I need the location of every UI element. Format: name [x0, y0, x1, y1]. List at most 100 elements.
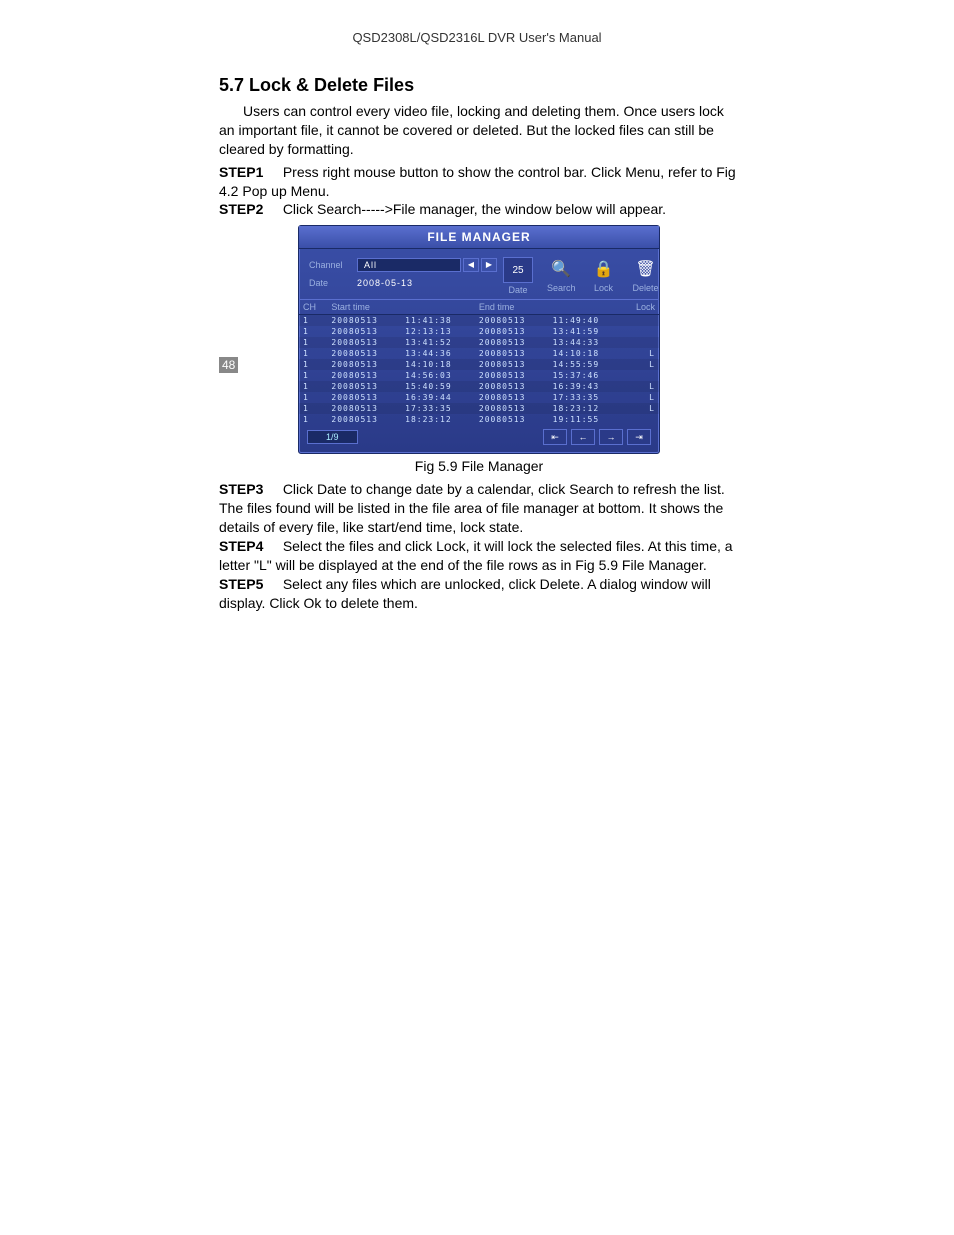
fm-date-button[interactable]: 25 [503, 257, 533, 283]
file-manager-window: FILE MANAGER Channel All ◀ ▶ Date 2008-0… [298, 225, 660, 454]
cell-end-date: 20080513 [475, 315, 549, 327]
fm-delete-caption: Delete [633, 283, 659, 293]
cell-end-date: 20080513 [475, 381, 549, 392]
cell-start-time: 11:41:38 [401, 315, 475, 327]
fm-nav-next-icon[interactable]: → [599, 429, 623, 445]
table-row[interactable]: 12008051316:39:442008051317:33:35L [299, 392, 659, 403]
cell-lock-flag [622, 414, 659, 425]
fm-title: FILE MANAGER [299, 226, 659, 249]
cell-lock-flag [622, 370, 659, 381]
table-row[interactable]: 12008051314:10:182008051314:55:59L [299, 359, 659, 370]
fm-col-ch: CH [299, 300, 327, 315]
figure-caption: Fig 5.9 File Manager [219, 458, 739, 474]
cell-ch: 1 [299, 315, 327, 327]
fm-channel-select[interactable]: All [357, 258, 461, 272]
cell-end-time: 13:44:33 [549, 337, 623, 348]
fm-file-table: CH Start time End time Lock 12008051311:… [299, 299, 659, 425]
step4-text: Select the files and click Lock, it will… [219, 538, 733, 573]
cell-start-time: 12:13:13 [401, 326, 475, 337]
step5-text: Select any files which are unlocked, cli… [219, 576, 711, 611]
cell-end-time: 19:11:55 [549, 414, 623, 425]
fm-date-caption: Date [508, 285, 527, 295]
table-row[interactable]: 12008051314:56:032008051315:37:46 [299, 370, 659, 381]
cell-ch: 1 [299, 403, 327, 414]
cell-ch: 1 [299, 414, 327, 425]
cell-ch: 1 [299, 370, 327, 381]
cell-end-time: 17:33:35 [549, 392, 623, 403]
step1-label: STEP1 [219, 164, 263, 180]
step1: STEP1 Press right mouse button to show t… [219, 163, 739, 201]
cell-lock-flag: L [622, 381, 659, 392]
cell-ch: 1 [299, 348, 327, 359]
step2-label: STEP2 [219, 201, 263, 217]
table-row[interactable]: 12008051317:33:352008051318:23:12L [299, 403, 659, 414]
fm-channel-label: Channel [309, 260, 357, 270]
step3: STEP3 Click Date to change date by a cal… [219, 480, 739, 537]
cell-lock-flag: L [622, 359, 659, 370]
step2-text: Click Search----->File manager, the wind… [283, 201, 666, 217]
figure-file-manager: FILE MANAGER Channel All ◀ ▶ Date 2008-0… [219, 225, 739, 454]
cell-start-date: 20080513 [327, 348, 401, 359]
fm-col-start: Start time [327, 300, 475, 315]
cell-start-date: 20080513 [327, 392, 401, 403]
cell-lock-flag [622, 315, 659, 327]
cell-ch: 1 [299, 337, 327, 348]
search-icon[interactable]: 🔍 [547, 257, 575, 281]
cell-end-time: 16:39:43 [549, 381, 623, 392]
fm-page-indicator: 1/9 [307, 430, 358, 444]
step1-text: Press right mouse button to show the con… [219, 164, 736, 199]
fm-nav-prev-icon[interactable]: ← [571, 429, 595, 445]
step5: STEP5 Select any files which are unlocke… [219, 575, 739, 613]
section-title: 5.7 Lock & Delete Files [219, 75, 739, 96]
cell-end-time: 15:37:46 [549, 370, 623, 381]
cell-start-date: 20080513 [327, 403, 401, 414]
cell-end-time: 18:23:12 [549, 403, 623, 414]
fm-nav-first-icon[interactable]: ⇤ [543, 429, 567, 445]
cell-start-date: 20080513 [327, 315, 401, 327]
cell-start-date: 20080513 [327, 337, 401, 348]
fm-channel-next-icon[interactable]: ▶ [481, 258, 497, 272]
cell-ch: 1 [299, 381, 327, 392]
cell-end-date: 20080513 [475, 348, 549, 359]
cell-end-date: 20080513 [475, 370, 549, 381]
step5-label: STEP5 [219, 576, 263, 592]
table-row[interactable]: 12008051311:41:382008051311:49:40 [299, 315, 659, 327]
lock-icon[interactable]: 🔒 [590, 257, 618, 281]
step4: STEP4 Select the files and click Lock, i… [219, 537, 739, 575]
cell-ch: 1 [299, 392, 327, 403]
cell-start-time: 15:40:59 [401, 381, 475, 392]
cell-lock-flag: L [622, 392, 659, 403]
doc-header: QSD2308L/QSD2316L DVR User's Manual [0, 30, 954, 45]
table-row[interactable]: 12008051315:40:592008051316:39:43L [299, 381, 659, 392]
cell-start-date: 20080513 [327, 381, 401, 392]
step4-label: STEP4 [219, 538, 263, 554]
delete-icon[interactable]: 🗑 [632, 257, 660, 281]
fm-col-lock: Lock [622, 300, 659, 315]
page-number: 48 [219, 357, 238, 373]
cell-end-time: 14:55:59 [549, 359, 623, 370]
fm-date-value: 2008-05-13 [357, 278, 413, 288]
cell-lock-flag: L [622, 348, 659, 359]
table-row[interactable]: 12008051312:13:132008051313:41:59 [299, 326, 659, 337]
fm-lock-caption: Lock [594, 283, 613, 293]
cell-start-time: 14:10:18 [401, 359, 475, 370]
cell-start-time: 17:33:35 [401, 403, 475, 414]
cell-end-date: 20080513 [475, 359, 549, 370]
fm-channel-prev-icon[interactable]: ◀ [463, 258, 479, 272]
cell-start-time: 13:44:36 [401, 348, 475, 359]
table-row[interactable]: 12008051313:41:522008051313:44:33 [299, 337, 659, 348]
step2: STEP2 Click Search----->File manager, th… [219, 200, 739, 219]
cell-end-date: 20080513 [475, 392, 549, 403]
cell-start-date: 20080513 [327, 326, 401, 337]
table-row[interactable]: 12008051318:23:122008051319:11:55 [299, 414, 659, 425]
table-row[interactable]: 12008051313:44:362008051314:10:18L [299, 348, 659, 359]
cell-start-time: 18:23:12 [401, 414, 475, 425]
fm-nav-last-icon[interactable]: ⇥ [627, 429, 651, 445]
cell-start-date: 20080513 [327, 370, 401, 381]
fm-search-caption: Search [547, 283, 576, 293]
cell-end-time: 14:10:18 [549, 348, 623, 359]
cell-start-time: 16:39:44 [401, 392, 475, 403]
cell-start-date: 20080513 [327, 359, 401, 370]
cell-end-date: 20080513 [475, 337, 549, 348]
step3-text: Click Date to change date by a calendar,… [219, 481, 725, 535]
